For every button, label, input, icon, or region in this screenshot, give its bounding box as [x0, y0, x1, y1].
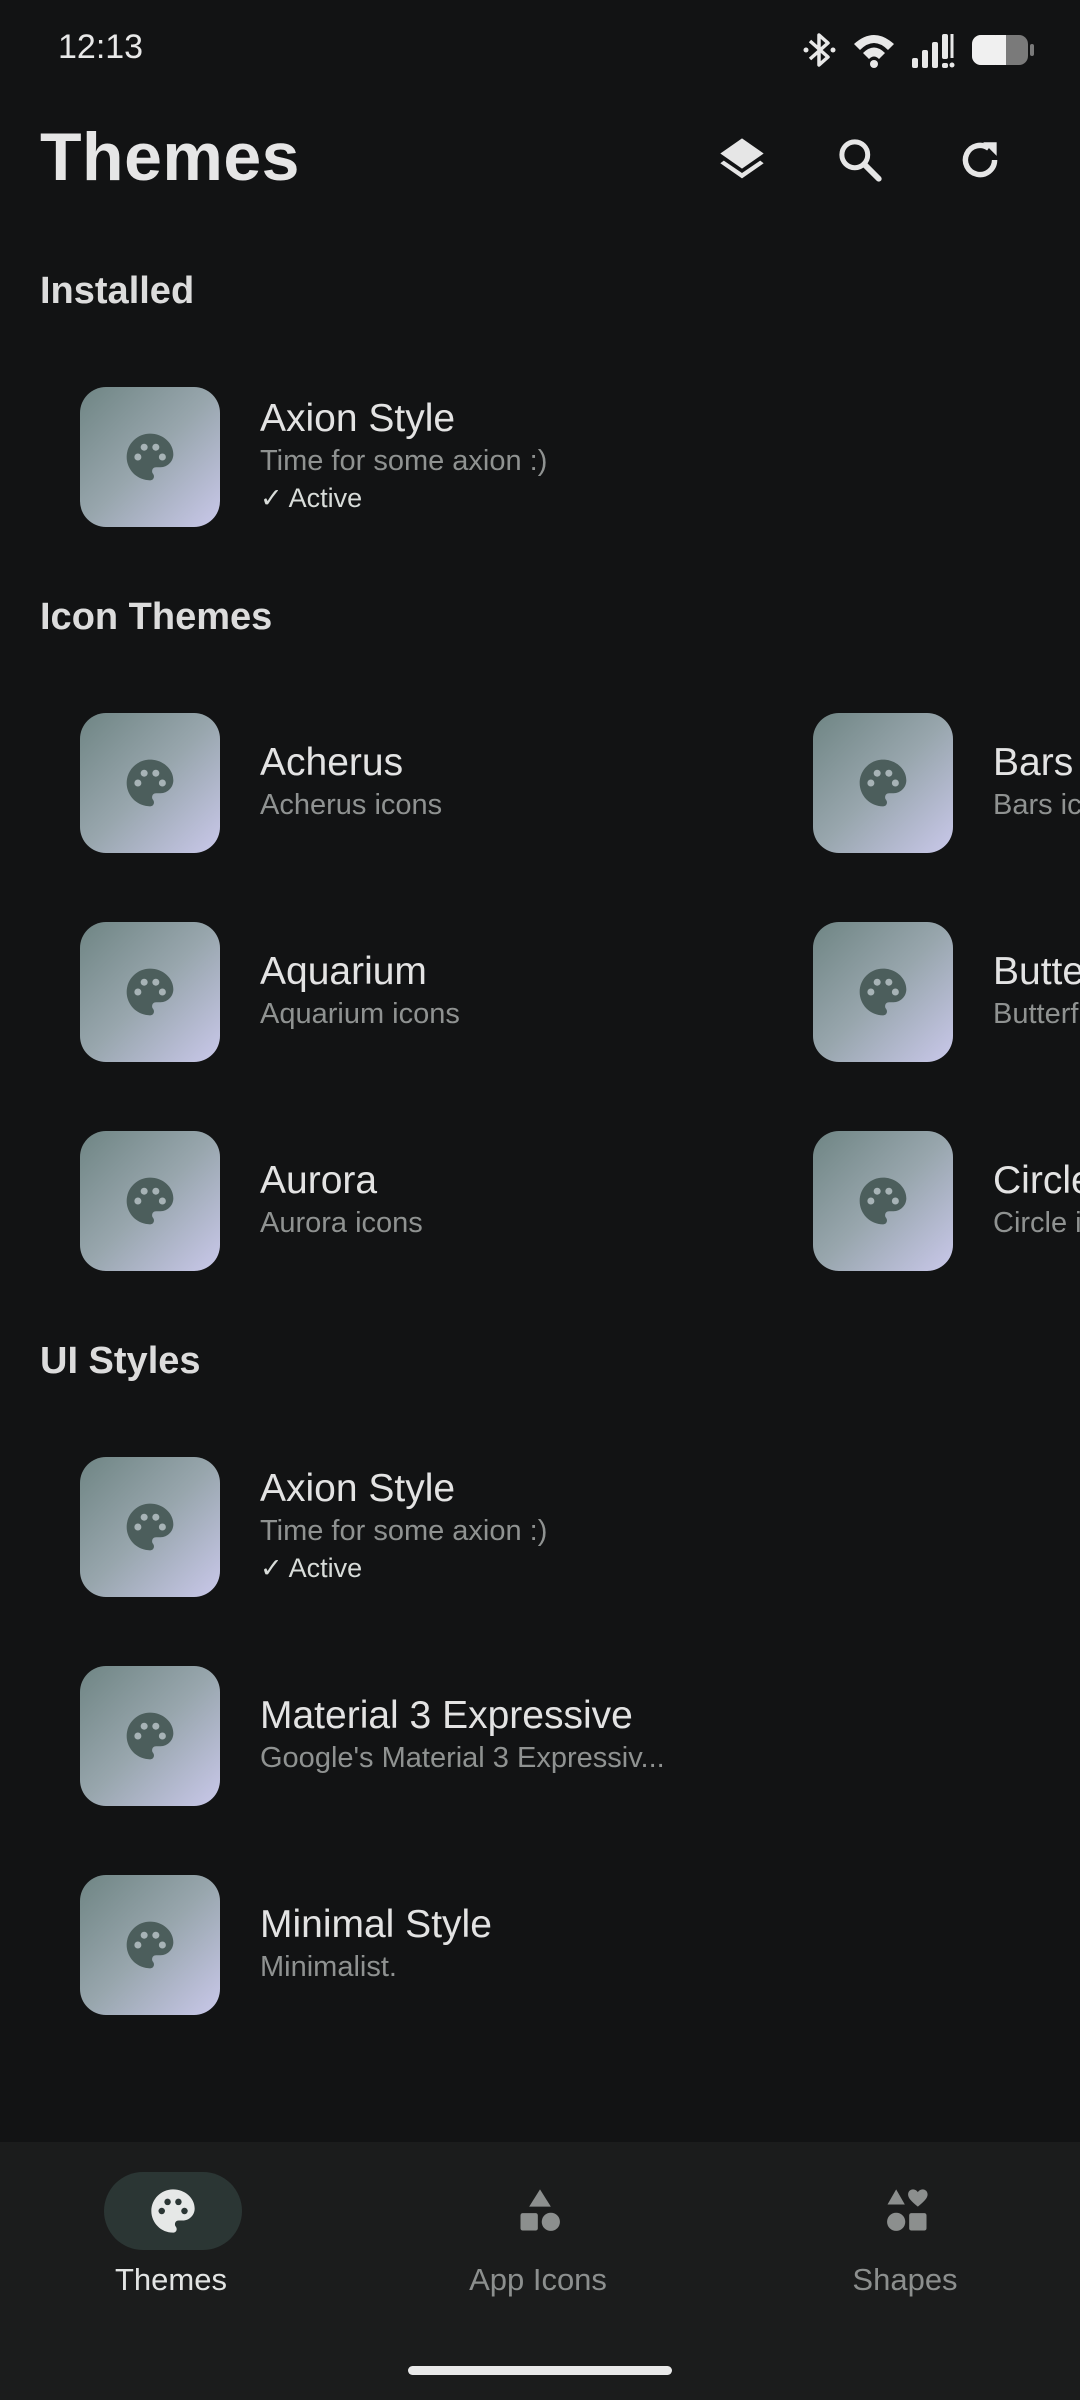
- item-subtitle: Time for some axion :): [260, 445, 548, 477]
- theme-thumbnail: [80, 922, 220, 1062]
- palette-icon: [126, 1921, 174, 1969]
- search-icon: [839, 139, 882, 182]
- icon-theme-bars[interactable]: Bars Bars icons: [813, 713, 1080, 853]
- item-title: Aquarium: [260, 950, 427, 993]
- item-subtitle: Circle icons: [993, 1207, 1080, 1239]
- palette-icon: [126, 1503, 174, 1551]
- shapes-heart-icon: [887, 2189, 928, 2231]
- item-title: Axion Style: [260, 397, 456, 440]
- page-title: Themes: [40, 119, 300, 195]
- item-title: Circle: [993, 1159, 1080, 1202]
- item-title: Bars: [993, 741, 1074, 784]
- search-button[interactable]: [824, 124, 896, 196]
- signal-icon: [912, 34, 955, 68]
- icon-theme-circle[interactable]: Circle Circle icons: [813, 1131, 1080, 1271]
- theme-thumbnail: [80, 387, 220, 527]
- item-title: Butterfly: [993, 950, 1080, 993]
- section-title-icon-themes: Icon Themes: [40, 596, 273, 638]
- theme-thumbnail: [813, 922, 953, 1062]
- installed-item-axion-style[interactable]: Axion Style Time for some axion :) ✓ Act…: [80, 387, 980, 527]
- nav-icon-container: [471, 2172, 609, 2250]
- refresh-button[interactable]: [944, 124, 1016, 196]
- nav-icon-container: [838, 2172, 976, 2250]
- item-title: Material 3 Expressive: [260, 1694, 633, 1737]
- theme-thumbnail: [80, 1131, 220, 1271]
- item-subtitle: Aurora icons: [260, 1207, 423, 1239]
- icon-theme-butterfly[interactable]: Butterfly Butterfly icons: [813, 922, 1080, 1062]
- nav-item-shapes[interactable]: Shapes: [734, 2142, 1080, 2342]
- section-title-installed: Installed: [40, 270, 195, 312]
- layers-button[interactable]: [706, 124, 778, 196]
- nav-label: Themes: [115, 2262, 227, 2297]
- palette-icon: [151, 2189, 195, 2233]
- theme-thumbnail: [80, 1457, 220, 1597]
- item-subtitle: Acherus icons: [260, 789, 443, 821]
- screen: 12:13 Themes Installed Axion Style Time …: [0, 0, 1080, 2400]
- active-status: ✓ Active: [260, 1553, 363, 1583]
- nav-item-themes[interactable]: Themes: [0, 2142, 360, 2342]
- palette-icon: [126, 968, 174, 1016]
- palette-icon: [859, 759, 907, 807]
- item-title: Axion Style: [260, 1467, 456, 1510]
- theme-thumbnail: [80, 713, 220, 853]
- icon-theme-acherus[interactable]: Acherus Acherus icons: [80, 713, 680, 853]
- active-status: ✓ Active: [260, 483, 363, 513]
- item-title: Aurora: [260, 1159, 378, 1202]
- palette-icon: [126, 1177, 174, 1225]
- nav-label: App Icons: [469, 2262, 607, 2297]
- ui-style-minimal-style[interactable]: Minimal Style Minimalist.: [80, 1875, 980, 2015]
- nav-label: Shapes: [852, 2262, 958, 2297]
- status-time: 12:13: [58, 28, 144, 66]
- item-title: Acherus: [260, 741, 404, 784]
- theme-thumbnail: [80, 1875, 220, 2015]
- shapes-triangle-icon: [520, 2189, 560, 2231]
- palette-icon: [859, 968, 907, 1016]
- theme-thumbnail: [813, 1131, 953, 1271]
- battery-icon: [972, 35, 1034, 65]
- theme-thumbnail: [813, 713, 953, 853]
- refresh-icon: [962, 142, 998, 178]
- theme-thumbnail: [80, 1666, 220, 1806]
- home-indicator[interactable]: [408, 2366, 672, 2375]
- ui-style-material-3-expressive[interactable]: Material 3 Expressive Google's Material …: [80, 1666, 980, 1806]
- item-title: Minimal Style: [260, 1903, 492, 1946]
- palette-icon: [126, 433, 174, 481]
- item-subtitle: Aquarium icons: [260, 998, 460, 1030]
- item-subtitle: Bars icons: [993, 789, 1080, 821]
- item-subtitle: Time for some axion :): [260, 1515, 548, 1547]
- item-subtitle: Minimalist.: [260, 1951, 397, 1983]
- ui-style-axion-style[interactable]: Axion Style Time for some axion :) ✓ Act…: [80, 1457, 980, 1597]
- bottom-navigation: Themes App Icons Shapes: [0, 2142, 1080, 2400]
- bluetooth-icon: [803, 33, 836, 67]
- item-subtitle: Google's Material 3 Expressiv...: [260, 1742, 665, 1774]
- palette-icon: [126, 1712, 174, 1760]
- palette-icon: [126, 759, 174, 807]
- layers-icon: [720, 138, 764, 179]
- nav-item-app-icons[interactable]: App Icons: [367, 2142, 727, 2342]
- nav-active-indicator: [104, 2172, 242, 2250]
- wifi-icon: [854, 35, 894, 68]
- palette-icon: [859, 1177, 907, 1225]
- icon-theme-aquarium[interactable]: Aquarium Aquarium icons: [80, 922, 680, 1062]
- icon-theme-aurora[interactable]: Aurora Aurora icons: [80, 1131, 680, 1271]
- item-subtitle: Butterfly icons: [993, 998, 1080, 1030]
- section-title-ui-styles: UI Styles: [40, 1340, 201, 1382]
- status-icons: [802, 28, 1036, 72]
